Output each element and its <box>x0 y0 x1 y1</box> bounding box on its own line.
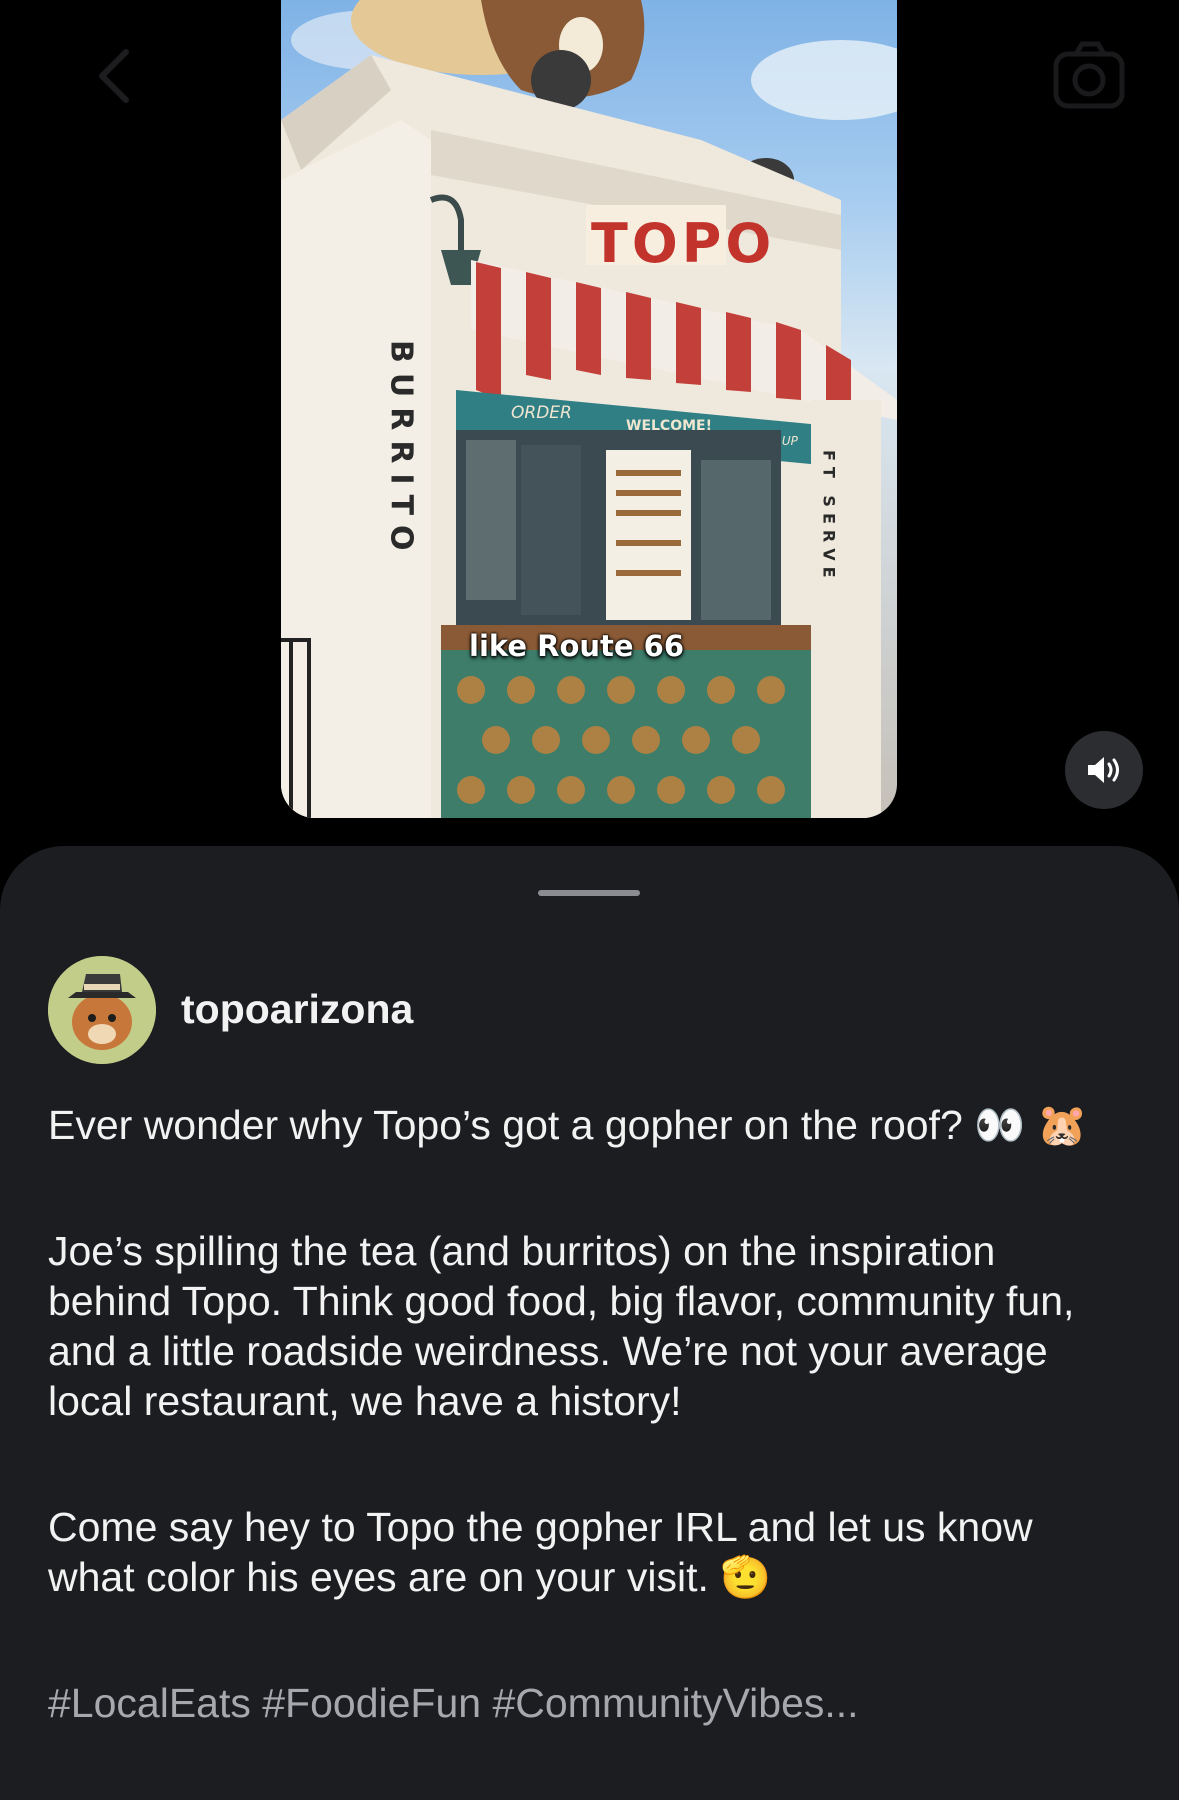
soft-serve-sign: FT SERVE <box>820 450 839 584</box>
caption-hashtags[interactable]: #LocalEats #FoodieFun #CommunityVibes... <box>48 1678 1108 1728</box>
media-area: TOPO ORDER WELCOME! PICK UP <box>0 0 1179 845</box>
speaker-on-icon <box>1088 757 1119 783</box>
burrito-sign: BURRITO <box>384 340 419 561</box>
back-button[interactable] <box>92 46 136 106</box>
video-player[interactable]: TOPO ORDER WELCOME! PICK UP <box>281 0 897 818</box>
camera-button[interactable] <box>1052 40 1126 112</box>
video-caption: like Route 66 <box>469 629 685 663</box>
post-caption: Ever wonder why Topo’s got a gopher on t… <box>48 1100 1108 1800</box>
caption-paragraph-1: Ever wonder why Topo’s got a gopher on t… <box>48 1102 1088 1148</box>
sound-toggle-button[interactable] <box>1065 731 1143 809</box>
post-username[interactable]: topoarizona <box>181 986 413 1033</box>
sheet-grabber-handle[interactable] <box>538 890 640 896</box>
gopher-avatar-icon <box>48 956 156 1064</box>
video-frame-scene: TOPO ORDER WELCOME! PICK UP <box>281 0 897 818</box>
order-sign: ORDER <box>511 403 572 423</box>
camera-icon <box>1053 41 1125 109</box>
chevron-left-icon <box>99 49 129 103</box>
caption-sheet[interactable]: topoarizona Ever wonder why Topo’s got a… <box>0 846 1179 1800</box>
avatar[interactable] <box>48 956 156 1064</box>
topo-sign: TOPO <box>591 212 775 275</box>
caption-paragraph-2: Joe’s spilling the tea (and burritos) on… <box>48 1228 1075 1424</box>
caption-paragraph-3: Come say hey to Topo the gopher IRL and … <box>48 1504 1033 1600</box>
